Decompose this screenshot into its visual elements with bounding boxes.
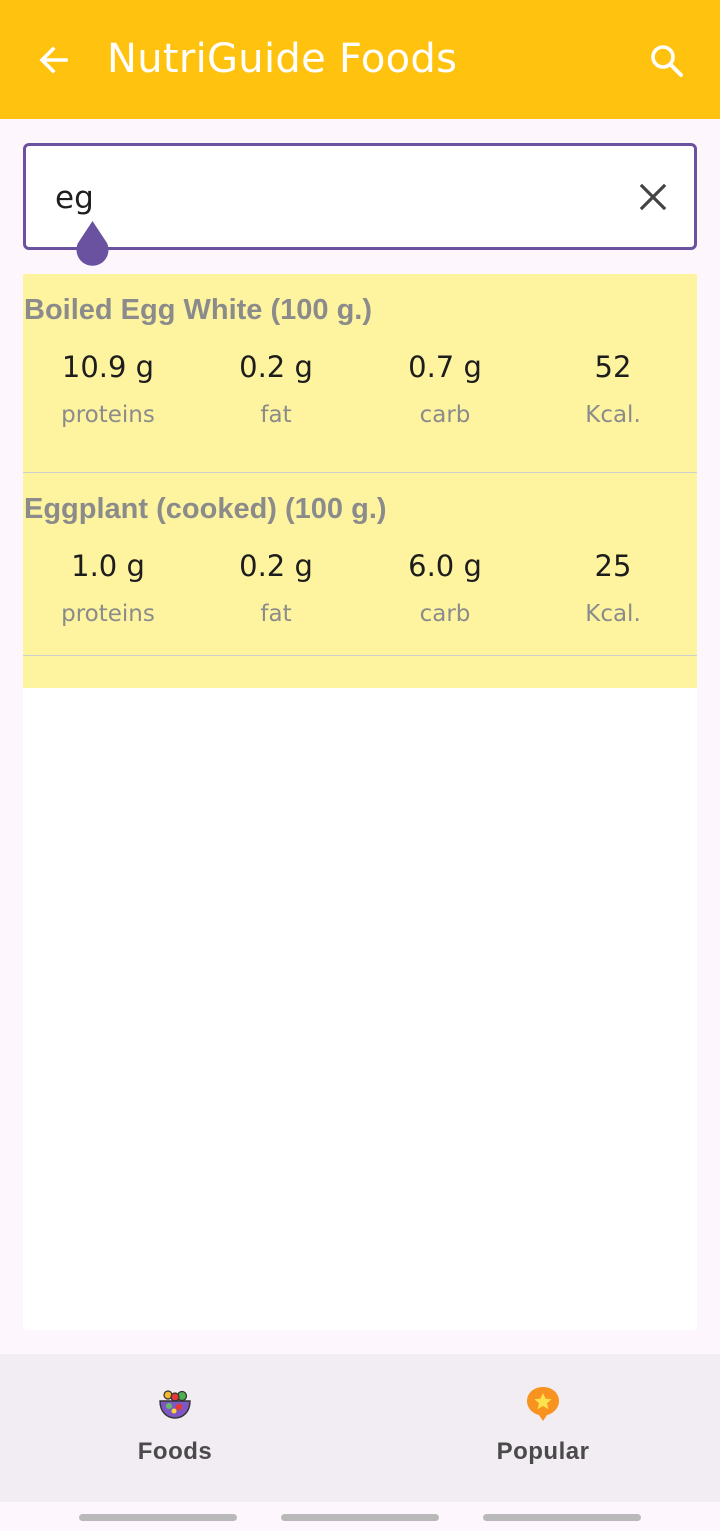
- nutrient-value: 52: [594, 350, 632, 384]
- nutrient-fat: 0.2 g fat: [191, 549, 361, 627]
- app-title: NutriGuide Foods: [107, 36, 458, 82]
- app-bar: NutriGuide Foods: [0, 0, 720, 119]
- food-name: Eggplant (cooked) (100 g.): [24, 493, 387, 525]
- nutrient-carb: 6.0 g carb: [360, 549, 530, 627]
- food-item[interactable]: Boiled Egg White (100 g.) 10.9 g protein…: [23, 274, 697, 473]
- food-name: Boiled Egg White (100 g.): [24, 294, 373, 326]
- nutrient-proteins: 10.9 g proteins: [23, 350, 193, 428]
- nutrient-value: 6.0 g: [408, 549, 482, 583]
- nutrient-label: carb: [419, 402, 471, 428]
- nutrient-carb: 0.7 g carb: [360, 350, 530, 428]
- nutrient-value: 1.0 g: [71, 549, 145, 583]
- text-cursor-handle[interactable]: [73, 220, 112, 268]
- nutrient-value: 10.9 g: [61, 350, 155, 384]
- nutrient-value: 25: [594, 549, 632, 583]
- nutrient-proteins: 1.0 g proteins: [23, 549, 193, 627]
- nutrient-label: Kcal.: [585, 402, 641, 428]
- system-nav-pill[interactable]: [281, 1514, 439, 1521]
- star-badge-icon: [527, 1387, 559, 1421]
- nav-item-popular[interactable]: Popular: [443, 1384, 643, 1466]
- nav-item-foods[interactable]: Foods: [75, 1384, 275, 1466]
- divider: [23, 655, 697, 656]
- nutrient-fat: 0.2 g fat: [191, 350, 361, 428]
- nutrient-value: 0.7 g: [408, 350, 482, 384]
- system-navigation-bar: [0, 1502, 720, 1531]
- results-list: Boiled Egg White (100 g.) 10.9 g protein…: [23, 274, 697, 1330]
- search-input[interactable]: eg: [23, 143, 697, 250]
- nutrient-kcal: 52 Kcal.: [528, 350, 698, 428]
- system-nav-pill[interactable]: [483, 1514, 641, 1521]
- nutrient-label: Kcal.: [585, 601, 641, 627]
- nutrient-label: carb: [419, 601, 471, 627]
- nav-label: Foods: [137, 1438, 213, 1465]
- nav-label: Popular: [496, 1438, 590, 1465]
- salad-bowl-icon: [159, 1390, 191, 1419]
- search-icon: [651, 45, 683, 77]
- nutrient-value: 0.2 g: [239, 350, 313, 384]
- system-nav-pill[interactable]: [79, 1514, 237, 1521]
- bottom-navigation: Foods Popular: [0, 1354, 720, 1502]
- food-item[interactable]: Eggplant (cooked) (100 g.) 1.0 g protein…: [23, 473, 697, 688]
- close-icon: [639, 183, 667, 211]
- nutrient-value: 0.2 g: [239, 549, 313, 583]
- nutrient-label: fat: [260, 601, 292, 627]
- search-button[interactable]: [646, 40, 688, 82]
- arrow-back-icon: [39, 46, 68, 74]
- search-input-value: eg: [55, 180, 94, 216]
- nutrient-label: fat: [260, 402, 292, 428]
- clear-search-button[interactable]: [635, 179, 671, 215]
- nutrient-kcal: 25 Kcal.: [528, 549, 698, 627]
- nutrient-label: proteins: [61, 601, 155, 627]
- back-button[interactable]: [34, 40, 74, 80]
- nutrient-label: proteins: [61, 402, 155, 428]
